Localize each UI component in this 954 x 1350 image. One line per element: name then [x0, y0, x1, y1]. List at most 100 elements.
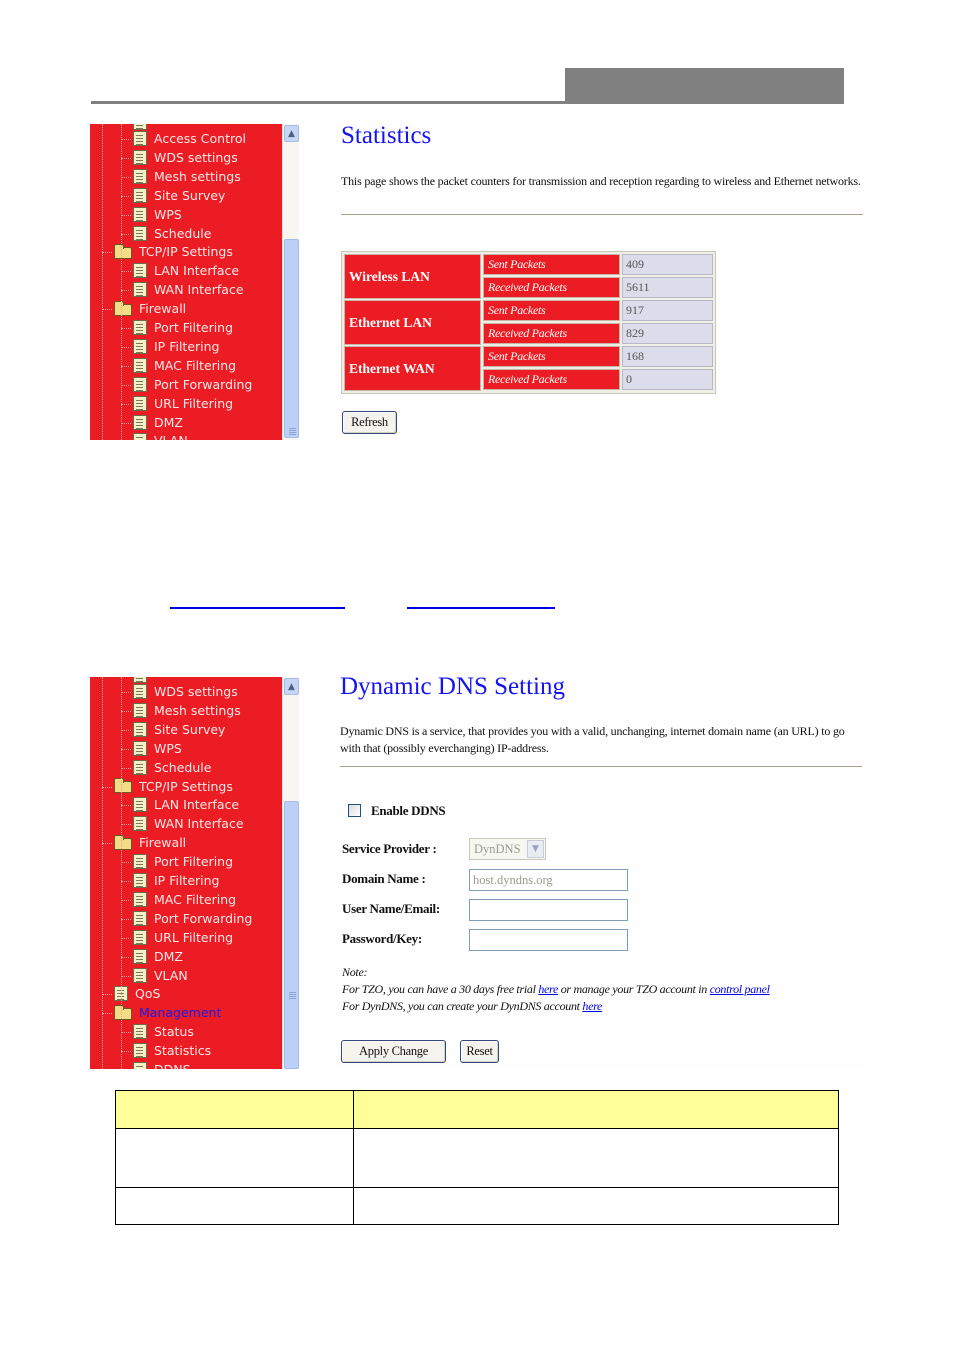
header-rule: [91, 101, 566, 104]
apply-change-button[interactable]: Apply Change: [341, 1040, 446, 1063]
tree-guide: [102, 843, 112, 845]
tree-guide: [121, 729, 131, 731]
username-input[interactable]: [469, 899, 628, 921]
sidebar-item-wps[interactable]: WPS: [133, 739, 182, 758]
sidebar-item-label: DDNS: [154, 1062, 191, 1069]
reset-button[interactable]: Reset: [460, 1040, 499, 1063]
sidebar-item-dmz[interactable]: DMZ: [133, 413, 183, 432]
ddns-screenshot: WDS settings Mesh settings Site Survey WPS S…: [90, 677, 865, 1069]
sidebar-item-label: DMZ: [154, 414, 183, 430]
tree-guide: [121, 710, 131, 712]
sidebar-item-ddns[interactable]: DDNS: [133, 1060, 191, 1069]
table-cell: [115, 1187, 354, 1225]
sidebar-item-label: MAC Filtering: [154, 357, 237, 373]
scroll-up-button[interactable]: ▲: [284, 125, 299, 142]
tzo-control-panel-link[interactable]: control panel: [710, 982, 770, 996]
sidebar-item-site-survey[interactable]: Site Survey: [133, 186, 225, 205]
sidebar-item-vlan[interactable]: VLAN: [133, 431, 188, 440]
sidebar-item-firewall[interactable]: Firewall: [114, 299, 186, 318]
domain-name-input[interactable]: [469, 869, 628, 891]
folder-open-icon: [114, 300, 132, 316]
sidebar-item-port-forwarding[interactable]: Port Forwarding: [133, 909, 252, 928]
sidebar-item-site-survey[interactable]: Site Survey: [133, 720, 225, 739]
sidebar-item-mesh-settings[interactable]: Mesh settings: [133, 701, 241, 720]
link-underline-1[interactable]: [170, 607, 345, 609]
page-icon: [133, 376, 147, 392]
page-icon: [133, 816, 147, 832]
tree-guide: [121, 365, 131, 367]
page-icon: [133, 684, 147, 699]
sidebar-scrollbar[interactable]: ▲: [282, 677, 299, 1069]
sidebar-item-ip-filtering[interactable]: IP Filtering: [133, 337, 220, 356]
link-underline-2[interactable]: [407, 607, 555, 609]
page-icon: [133, 797, 147, 813]
main-content: Statistics This page shows the packet co…: [335, 124, 865, 440]
scroll-up-button[interactable]: ▲: [284, 678, 299, 695]
sidebar-item-port-forwarding[interactable]: Port Forwarding: [133, 375, 252, 394]
sidebar-item-mac-filtering[interactable]: MAC Filtering: [133, 356, 236, 375]
sent-packets-label: Sent Packets: [483, 254, 620, 275]
tree-guide: [121, 748, 131, 750]
tree-guide: [121, 328, 131, 329]
sidebar-item-wds-settings[interactable]: WDS settings: [133, 682, 238, 701]
page-icon: [133, 168, 147, 184]
sidebar-item-schedule[interactable]: Schedule: [133, 224, 211, 243]
sidebar-item-label: TCP/IP Settings: [139, 244, 233, 260]
page-icon: [133, 149, 147, 165]
note-line-tzo: For TZO, you can have a 30 days free tri…: [342, 981, 770, 998]
sidebar-item-dmz[interactable]: DMZ: [133, 947, 183, 966]
sidebar-item-statistics[interactable]: Statistics: [133, 1041, 211, 1060]
page-icon: [133, 131, 147, 146]
sidebar-item-label: VLAN: [154, 433, 188, 440]
tree-guide: [121, 139, 131, 140]
sidebar-item-label: WDS settings: [154, 149, 238, 165]
sidebar-item-management[interactable]: Management: [114, 1003, 221, 1022]
tree-guide: [102, 124, 103, 440]
page-icon: [133, 910, 147, 926]
sidebar-item-ip-filtering[interactable]: IP Filtering: [133, 871, 220, 890]
sidebar-item-port-filtering[interactable]: Port Filtering: [133, 852, 233, 871]
service-provider-value: DynDNS: [474, 841, 521, 856]
enable-ddns-checkbox[interactable]: [348, 804, 361, 817]
tree-guide: [121, 403, 131, 405]
sidebar-item-status[interactable]: Status: [133, 1022, 194, 1041]
sidebar-item-url-filtering[interactable]: URL Filtering: [133, 928, 233, 947]
sidebar-item-lan-interface[interactable]: LAN Interface: [133, 795, 239, 814]
page-icon: [133, 854, 147, 870]
sidebar-item-lan-interface[interactable]: LAN Interface: [133, 261, 239, 280]
sidebar-item-firewall[interactable]: Firewall: [114, 833, 186, 852]
sidebar-item-label: WDS settings: [154, 684, 238, 699]
scroll-thumb[interactable]: [284, 239, 299, 438]
dyndns-create-link[interactable]: here: [582, 999, 602, 1013]
sidebar-item-wan-interface[interactable]: WAN Interface: [133, 814, 244, 833]
tree-guide: [121, 1032, 131, 1034]
sidebar-item-vlan[interactable]: VLAN: [133, 966, 188, 985]
tree-guide: [121, 881, 131, 882]
sidebar-item-tcp-ip-settings[interactable]: TCP/IP Settings: [114, 777, 233, 796]
sidebar-item-tcp-ip-settings[interactable]: TCP/IP Settings: [114, 242, 233, 261]
sidebar-item-schedule[interactable]: Schedule: [133, 758, 211, 777]
table-row: [115, 1187, 839, 1225]
sidebar-scrollbar[interactable]: ▲: [282, 124, 299, 440]
folder-open-icon: [114, 243, 132, 259]
tree-guide: [121, 805, 131, 807]
sidebar-item-label: Site Survey: [154, 721, 226, 737]
service-provider-select[interactable]: DynDNS ▼: [469, 838, 546, 860]
sidebar-item-url-filtering[interactable]: URL Filtering: [133, 394, 233, 413]
password-input[interactable]: [469, 929, 628, 951]
sidebar-item-port-filtering[interactable]: Port Filtering: [133, 318, 233, 337]
scroll-thumb[interactable]: [284, 801, 299, 1069]
sidebar-item-mesh-settings[interactable]: Mesh settings: [133, 167, 241, 186]
sidebar-item-wan-interface[interactable]: WAN Interface: [133, 280, 244, 299]
refresh-button[interactable]: Refresh: [342, 411, 397, 434]
page-icon: [133, 206, 147, 222]
tree-guide: [121, 233, 131, 235]
sidebar-item-mac-filtering[interactable]: MAC Filtering: [133, 890, 236, 909]
service-provider-label: Service Provider :: [342, 841, 437, 856]
sidebar-item-wps[interactable]: WPS: [133, 205, 182, 224]
tzo-trial-link[interactable]: here: [538, 982, 558, 996]
sidebar-item-access-control[interactable]: Access Control: [133, 129, 246, 148]
sidebar-item-label: Port Forwarding: [154, 376, 253, 392]
wlan-received-value: 5611: [622, 277, 713, 298]
sidebar-item-wds-settings[interactable]: WDS settings: [133, 148, 238, 167]
